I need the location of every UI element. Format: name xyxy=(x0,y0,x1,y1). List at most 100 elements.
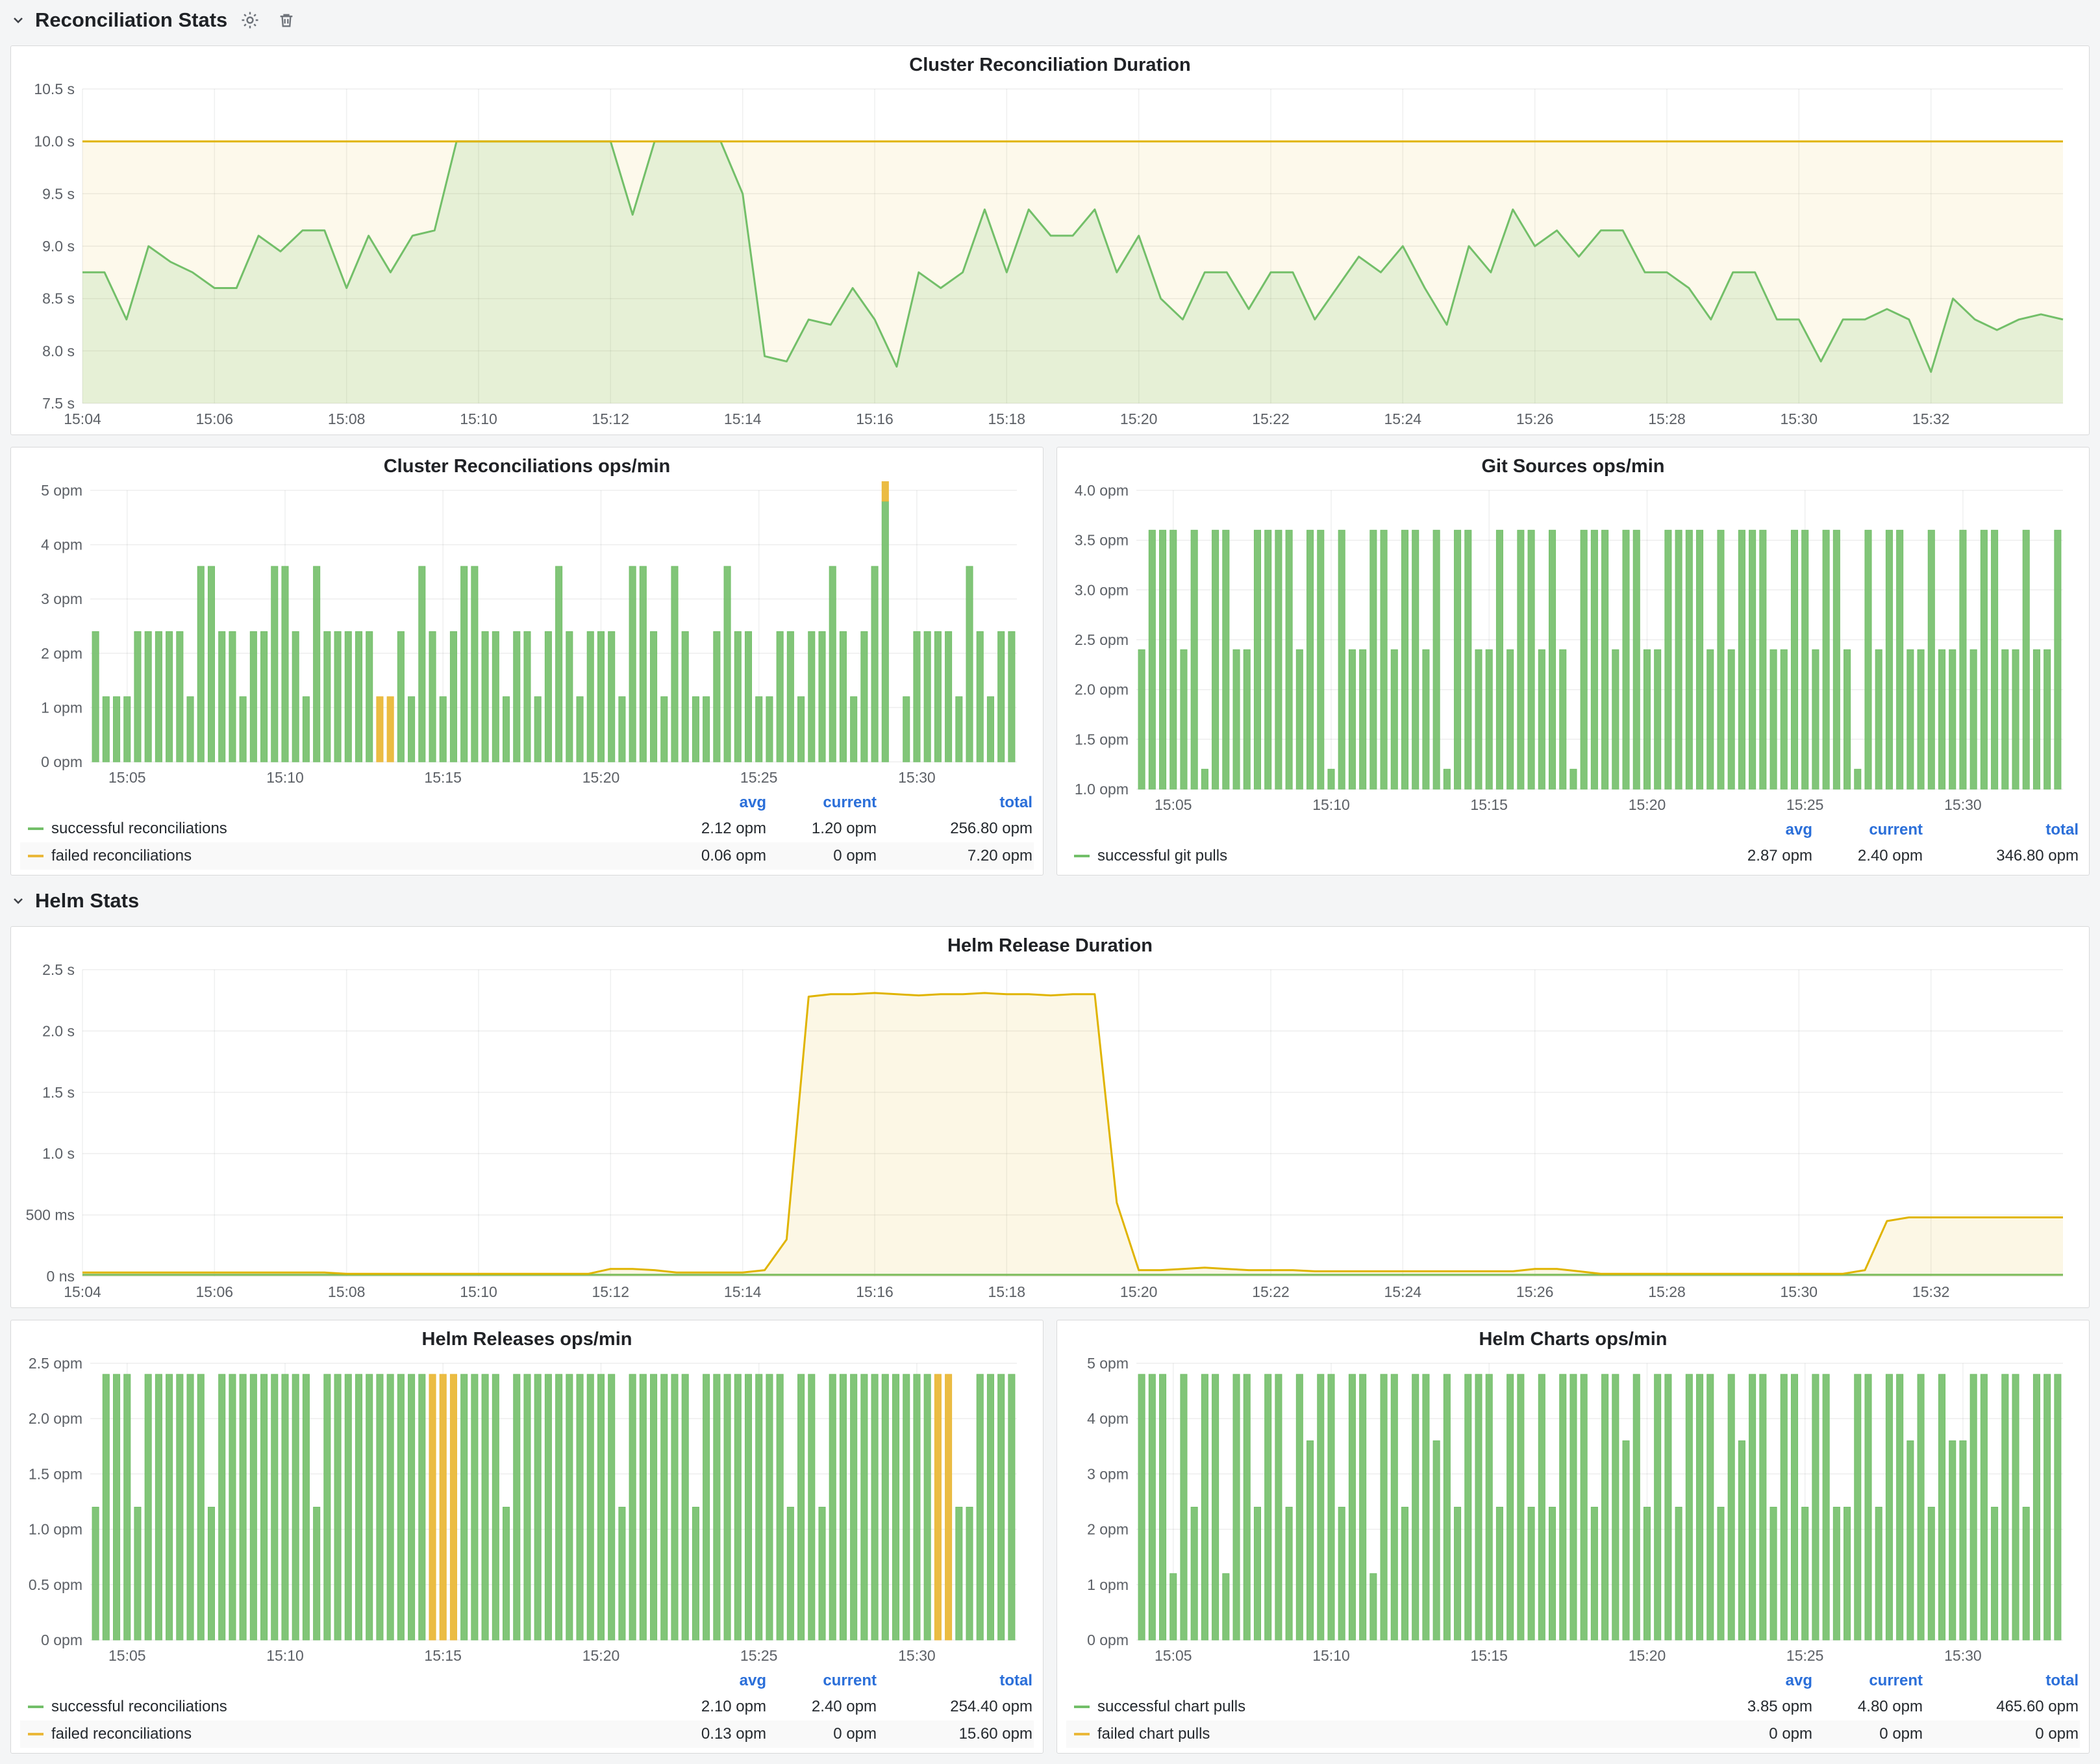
svg-text:15:08: 15:08 xyxy=(328,410,366,427)
svg-text:15:25: 15:25 xyxy=(740,1647,778,1664)
legend-col-current[interactable]: current xyxy=(1812,1672,1923,1690)
series-avg: 0.06 opm xyxy=(656,847,766,865)
series-current: 0 opm xyxy=(1812,1725,1923,1743)
series-total: 465.60 opm xyxy=(1923,1698,2079,1716)
svg-text:1.0 opm: 1.0 opm xyxy=(1075,781,1129,798)
legend-col-avg[interactable]: avg xyxy=(1702,1672,1812,1690)
section-title[interactable]: Helm Stats xyxy=(35,889,139,913)
svg-text:15:10: 15:10 xyxy=(1312,796,1350,813)
svg-text:15:14: 15:14 xyxy=(724,410,762,427)
series-avg: 2.10 opm xyxy=(656,1698,766,1716)
svg-text:15:22: 15:22 xyxy=(1252,410,1290,427)
legend-header-row: avg current total xyxy=(1066,1669,2080,1693)
chevron-down-icon[interactable] xyxy=(10,12,26,28)
svg-text:10.5 s: 10.5 s xyxy=(34,81,75,97)
legend-col-current[interactable]: current xyxy=(766,1672,877,1690)
panel-title[interactable]: Helm Release Duration xyxy=(20,931,2080,961)
svg-text:0.5 opm: 0.5 opm xyxy=(29,1576,82,1593)
git-sources-chart[interactable]: 1.0 opm1.5 opm2.0 opm2.5 opm3.0 opm3.5 o… xyxy=(1066,481,2080,815)
legend-col-total[interactable]: total xyxy=(1923,821,2079,839)
series-color-marker xyxy=(1074,1706,1090,1708)
svg-text:3 opm: 3 opm xyxy=(1087,1465,1129,1482)
series-color-marker xyxy=(28,855,44,857)
series-current: 0 opm xyxy=(766,1725,877,1743)
svg-text:15:32: 15:32 xyxy=(1912,1283,1950,1300)
legend-header-row: avg current total xyxy=(1066,818,2080,842)
legend-col-total[interactable]: total xyxy=(877,1672,1032,1690)
svg-text:15:12: 15:12 xyxy=(592,1283,630,1300)
svg-text:2.5 s: 2.5 s xyxy=(42,961,75,978)
row-header-reconciliation-stats[interactable]: Reconciliation Stats xyxy=(10,6,2090,34)
svg-text:2.0 opm: 2.0 opm xyxy=(1075,681,1129,698)
svg-text:15:20: 15:20 xyxy=(582,769,620,786)
legend-col-avg[interactable]: avg xyxy=(656,794,766,812)
series-current: 4.80 opm xyxy=(1812,1698,1923,1716)
legend-col-current[interactable]: current xyxy=(1812,821,1923,839)
series-color-marker xyxy=(1074,855,1090,857)
svg-text:15:18: 15:18 xyxy=(988,1283,1026,1300)
panel-title[interactable]: Cluster Reconciliations ops/min xyxy=(20,451,1034,481)
helm-charts-chart[interactable]: 0 opm1 opm2 opm3 opm4 opm5 opm15:0515:10… xyxy=(1066,1354,2080,1666)
svg-text:2 opm: 2 opm xyxy=(1087,1521,1129,1538)
svg-text:15:20: 15:20 xyxy=(1629,1647,1666,1664)
svg-text:3.0 opm: 3.0 opm xyxy=(1075,581,1129,598)
svg-text:15:25: 15:25 xyxy=(1786,1647,1824,1664)
legend-col-avg[interactable]: avg xyxy=(656,1672,766,1690)
series-color-marker xyxy=(28,1733,44,1735)
svg-text:8.0 s: 8.0 s xyxy=(42,342,75,359)
svg-text:7.5 s: 7.5 s xyxy=(42,395,75,412)
series-total: 256.80 opm xyxy=(877,820,1032,838)
svg-text:15:18: 15:18 xyxy=(988,410,1026,427)
series-color-marker xyxy=(28,827,44,830)
series-name[interactable]: failed reconciliations xyxy=(51,847,192,865)
svg-text:15:05: 15:05 xyxy=(108,769,146,786)
series-name[interactable]: successful chart pulls xyxy=(1097,1698,1245,1716)
row-header-helm-stats[interactable]: Helm Stats xyxy=(10,887,2090,914)
legend-col-current[interactable]: current xyxy=(766,794,877,812)
legend-header-row: avg current total xyxy=(20,1669,1034,1693)
svg-text:15:15: 15:15 xyxy=(424,1647,462,1664)
legend-col-total[interactable]: total xyxy=(1923,1672,2079,1690)
svg-text:15:10: 15:10 xyxy=(460,410,497,427)
svg-text:8.5 s: 8.5 s xyxy=(42,290,75,307)
svg-text:0 opm: 0 opm xyxy=(41,753,82,770)
panel-title[interactable]: Helm Releases ops/min xyxy=(20,1324,1034,1354)
svg-text:15:20: 15:20 xyxy=(582,1647,620,1664)
svg-text:15:24: 15:24 xyxy=(1384,1283,1422,1300)
helm-releases-chart[interactable]: 0 opm0.5 opm1.0 opm1.5 opm2.0 opm2.5 opm… xyxy=(20,1354,1034,1666)
section-title[interactable]: Reconciliation Stats xyxy=(35,8,227,32)
panel-title[interactable]: Cluster Reconciliation Duration xyxy=(20,50,2080,80)
series-total: 346.80 opm xyxy=(1923,847,2079,865)
svg-text:15:16: 15:16 xyxy=(856,410,894,427)
svg-text:15:04: 15:04 xyxy=(64,1283,101,1300)
series-name[interactable]: failed chart pulls xyxy=(1097,1725,1210,1743)
series-name[interactable]: failed reconciliations xyxy=(51,1725,192,1743)
svg-text:15:10: 15:10 xyxy=(460,1283,497,1300)
legend-col-avg[interactable]: avg xyxy=(1702,821,1812,839)
svg-text:1 opm: 1 opm xyxy=(1087,1576,1129,1593)
cluster-reconciliations-chart[interactable]: 0 opm1 opm2 opm3 opm4 opm5 opm15:0515:10… xyxy=(20,481,1034,788)
svg-text:15:30: 15:30 xyxy=(1781,1283,1818,1300)
panel-title[interactable]: Git Sources ops/min xyxy=(1066,451,2080,481)
series-current: 1.20 opm xyxy=(766,820,877,838)
legend-series-row: successful reconciliations 2.12 opm 1.20… xyxy=(20,815,1034,842)
trash-icon[interactable] xyxy=(273,8,300,32)
svg-text:15:06: 15:06 xyxy=(196,410,234,427)
series-name[interactable]: successful reconciliations xyxy=(51,1698,227,1716)
series-current: 0 opm xyxy=(766,847,877,865)
cluster-reconciliation-duration-chart[interactable]: 7.5 s8.0 s8.5 s9.0 s9.5 s10.0 s10.5 s15:… xyxy=(20,80,2080,429)
series-avg: 3.85 opm xyxy=(1702,1698,1812,1716)
chevron-down-icon[interactable] xyxy=(10,893,26,909)
svg-text:15:06: 15:06 xyxy=(196,1283,234,1300)
svg-text:0 ns: 0 ns xyxy=(47,1268,75,1285)
svg-text:15:10: 15:10 xyxy=(1312,1647,1350,1664)
legend-col-total[interactable]: total xyxy=(877,794,1032,812)
svg-text:15:05: 15:05 xyxy=(1155,1647,1192,1664)
series-name[interactable]: successful reconciliations xyxy=(51,820,227,838)
series-name[interactable]: successful git pulls xyxy=(1097,847,1227,865)
panel-title[interactable]: Helm Charts ops/min xyxy=(1066,1324,2080,1354)
svg-text:15:30: 15:30 xyxy=(1781,410,1818,427)
gear-icon[interactable] xyxy=(236,8,264,32)
panel-helm-release-duration: Helm Release Duration 0 ns500 ms1.0 s1.5… xyxy=(10,926,2090,1308)
helm-release-duration-chart[interactable]: 0 ns500 ms1.0 s1.5 s2.0 s2.5 s15:0415:06… xyxy=(20,961,2080,1302)
